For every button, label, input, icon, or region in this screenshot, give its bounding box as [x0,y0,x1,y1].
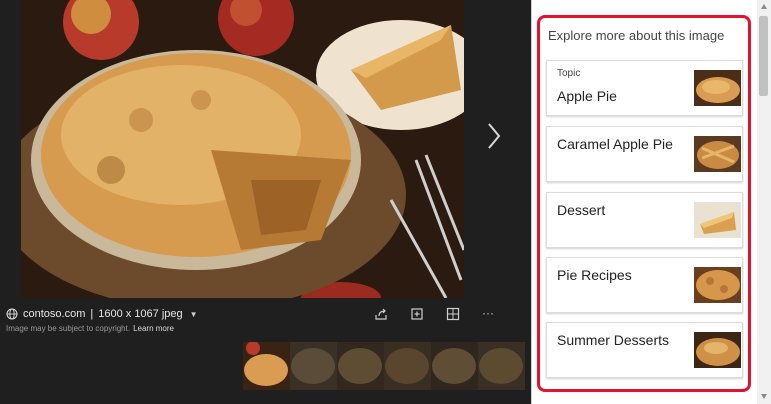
pie-thumbnail [290,342,337,390]
pie-thumbnail [337,342,384,390]
chevron-right-icon [488,123,501,149]
next-image-button[interactable] [481,118,507,154]
visual-search-button[interactable] [445,306,461,322]
filmstrip-thumb[interactable] [384,342,431,390]
scrollbar-thumb[interactable] [759,16,768,96]
image-meta: 1600 x 1067 jpeg [98,308,183,320]
pie-thumbnail [478,342,525,390]
globe-icon [6,308,18,320]
learn-more-link[interactable]: Learn more [133,324,174,333]
main-image-apple-pie[interactable] [21,0,464,298]
pie-photo [21,0,464,298]
chevron-down-icon[interactable]: ▼ [190,310,198,319]
scroll-down-icon[interactable] [760,392,768,400]
more-options-button[interactable]: ··· [482,306,498,322]
pie-thumbnail [243,342,290,390]
filmstrip-thumb[interactable] [431,342,478,390]
pie-thumbnail [431,342,478,390]
copyright-text: Image may be subject to copyright. [6,324,131,333]
scroll-up-icon[interactable] [760,3,768,11]
add-to-collection-button[interactable] [409,306,425,322]
copyright-notice: Image may be subject to copyright. Learn … [6,324,174,333]
filmstrip-thumb[interactable] [243,342,290,390]
visual-search-icon [446,307,460,321]
separator: | [90,308,94,320]
filmstrip-thumb[interactable] [290,342,337,390]
collection-plus-icon [411,308,423,320]
filmstrip-thumb[interactable] [337,342,384,390]
source-domain-link[interactable]: contoso.com [23,308,85,320]
source-info: contoso.com | 1600 x 1067 jpeg ▼ [6,306,198,322]
share-icon [375,308,387,320]
image-viewer: contoso.com | 1600 x 1067 jpeg ▼ Image m… [0,0,530,404]
explore-highlight-outline [537,15,751,392]
filmstrip-thumb[interactable] [478,342,525,390]
related-images-filmstrip [243,342,525,390]
share-button[interactable] [373,306,389,322]
pie-thumbnail [384,342,431,390]
